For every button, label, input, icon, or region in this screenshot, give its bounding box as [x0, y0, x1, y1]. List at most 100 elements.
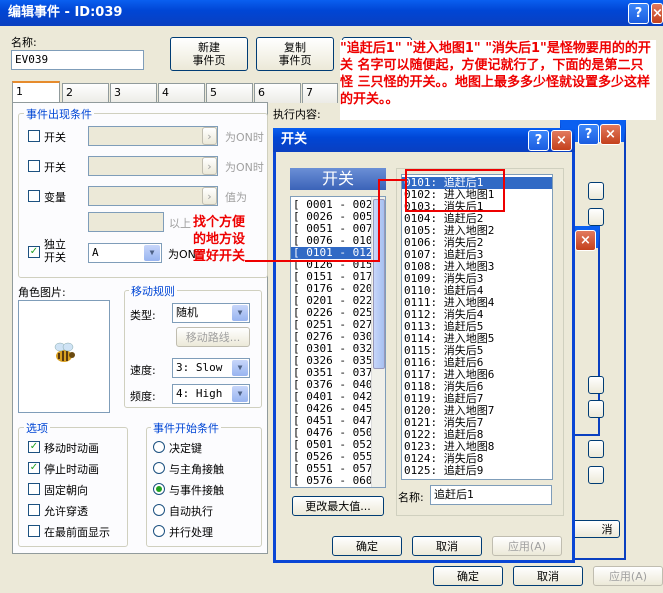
move-group-label: 移动规则 — [129, 283, 177, 299]
freq-label: 频度: — [130, 390, 156, 403]
bg-button-5[interactable] — [588, 440, 604, 458]
help-button[interactable]: ? — [628, 3, 649, 24]
name-label: 名称: — [11, 36, 37, 49]
start-event-touch-label: 与事件接触 — [169, 484, 224, 497]
character-label: 角色图片: — [18, 286, 66, 299]
variable-value-label: 值为 — [225, 191, 247, 204]
switch1-checkbox[interactable] — [28, 130, 40, 142]
opt-through-checkbox[interactable] — [28, 504, 40, 516]
start-player-touch-label: 与主角接触 — [169, 463, 224, 476]
variable-value-input — [88, 212, 164, 232]
chevron-down-icon: ▼ — [232, 386, 248, 402]
main-cancel-button[interactable]: 取消 — [513, 566, 583, 586]
freq-value: 4: High — [176, 387, 223, 400]
switch-ok-button[interactable]: 确定 — [332, 536, 402, 556]
switch1-browse-button: › — [202, 127, 217, 145]
tab-7[interactable]: 7 — [302, 83, 338, 103]
bg-cancel-button[interactable]: 消 — [572, 520, 620, 538]
local-switch-select[interactable]: A ▼ — [88, 243, 162, 263]
bg-button-3[interactable] — [588, 376, 604, 394]
bg-cancel-label: 消 — [601, 522, 613, 536]
chevron-down-icon: ▼ — [232, 305, 248, 321]
above-label: 以上 — [169, 217, 191, 230]
bg-button-6[interactable] — [588, 466, 604, 484]
switch-name-input[interactable]: 追赶后1 — [430, 485, 552, 505]
speed-label: 速度: — [130, 364, 156, 377]
annotation-top: "追赶后1" "进入地图1" "消失后1"是怪物要用的的开关 名字可以随便起，方… — [340, 40, 656, 120]
opt-through-label: 允许穿透 — [44, 505, 88, 518]
type-select[interactable]: 随机 ▼ — [172, 303, 250, 323]
opt-move-anim-checkbox[interactable]: ✓ — [28, 441, 40, 453]
switch-dialog-help-button[interactable]: ? — [528, 130, 549, 151]
start-parallel-radio[interactable] — [153, 525, 165, 537]
start-action-radio[interactable] — [153, 441, 165, 453]
local-switch-label: 独立 开关 — [44, 238, 66, 264]
start-player-touch-radio[interactable] — [153, 462, 165, 474]
bee-sprite-icon — [54, 342, 75, 362]
start-parallel-label: 并行处理 — [169, 526, 213, 539]
close-button[interactable]: × — [651, 3, 663, 24]
local-switch-on-label: 为ON — [168, 248, 196, 261]
highlight-connector — [378, 179, 406, 181]
bg-button-1[interactable] — [588, 182, 604, 200]
bg-button-2[interactable] — [588, 208, 604, 226]
chevron-down-icon: ▼ — [232, 360, 248, 376]
switch-item-list[interactable]: 0101: 追赶后1 0102: 进入地图1 0103: 消失后1 0104: 追赶后… — [401, 174, 553, 480]
exec-content-label: 执行内容: — [273, 108, 321, 121]
tab-2[interactable]: 2 — [62, 83, 109, 103]
bg-close-button[interactable]: × — [600, 124, 621, 145]
main-title: 编辑事件 - ID:039 — [8, 5, 123, 20]
switch2-label: 开关 — [44, 161, 66, 174]
type-label: 类型: — [130, 309, 156, 322]
switch-cancel-button[interactable]: 取消 — [412, 536, 482, 556]
highlight-arrow-line — [245, 260, 380, 262]
switch1-select — [88, 126, 218, 146]
name-input[interactable]: EV039 — [11, 50, 144, 70]
switch2-on-label: 为ON时 — [225, 161, 264, 174]
switch-dialog-title: 开关 — [281, 132, 308, 147]
switch-group-list[interactable]: [ 0001 - 0025 ][ 0026 - 0050 ][ 0051 - 0… — [290, 196, 386, 488]
change-max-button[interactable]: 更改最大值... — [292, 496, 384, 516]
start-autorun-radio[interactable] — [153, 504, 165, 516]
switch-group-item[interactable]: [ 0576 - 0600 ] — [291, 475, 385, 487]
new-page-button[interactable]: 新建 事件页 — [170, 37, 248, 71]
start-event-touch-radio[interactable] — [153, 483, 165, 495]
opt-fixed-dir-label: 固定朝向 — [44, 484, 88, 497]
switch1-label: 开关 — [44, 131, 66, 144]
switch1-on-label: 为ON时 — [225, 131, 264, 144]
tab-4[interactable]: 4 — [158, 83, 205, 103]
main-apply-button: 应用(A) — [593, 566, 663, 586]
switch2-select — [88, 156, 218, 176]
variable-label: 变量 — [44, 191, 66, 204]
highlight-box-items — [405, 169, 505, 212]
switch-header: 开关 — [290, 168, 386, 190]
start-autorun-label: 自动执行 — [169, 505, 213, 518]
switch-dialog-close-button[interactable]: × — [551, 130, 572, 151]
tab-3[interactable]: 3 — [110, 83, 157, 103]
chevron-down-icon: ▼ — [144, 245, 160, 261]
tab-1[interactable]: 1 — [12, 81, 60, 103]
start-group-label: 事件开始条件 — [151, 420, 221, 436]
local-switch-checkbox[interactable]: ✓ — [28, 246, 40, 258]
start-action-label: 决定键 — [169, 442, 202, 455]
main-ok-button[interactable]: 确定 — [433, 566, 503, 586]
character-image-box[interactable] — [18, 300, 110, 413]
variable-browse-button: › — [202, 187, 217, 205]
bg2-close-button[interactable]: × — [575, 230, 596, 251]
switch2-checkbox[interactable] — [28, 160, 40, 172]
copy-page-button[interactable]: 复制 事件页 — [256, 37, 334, 71]
bg-button-4[interactable] — [588, 400, 604, 418]
speed-select[interactable]: 3: Slow ▼ — [172, 358, 250, 378]
main-title-bar: 编辑事件 - ID:039 — [0, 0, 663, 26]
freq-select[interactable]: 4: High ▼ — [172, 384, 250, 404]
opt-top-checkbox[interactable] — [28, 525, 40, 537]
switch-item[interactable]: 0125: 追赶后9 — [402, 465, 552, 477]
opt-stop-anim-checkbox[interactable]: ✓ — [28, 462, 40, 474]
opt-fixed-dir-checkbox[interactable] — [28, 483, 40, 495]
tab-5[interactable]: 5 — [206, 83, 253, 103]
variable-checkbox[interactable] — [28, 190, 40, 202]
bg-help-button[interactable]: ? — [578, 124, 599, 145]
tab-6[interactable]: 6 — [254, 83, 301, 103]
annotation-left: 找个方便的地方设置好开关 — [193, 215, 246, 264]
highlight-connector-v — [378, 179, 380, 261]
